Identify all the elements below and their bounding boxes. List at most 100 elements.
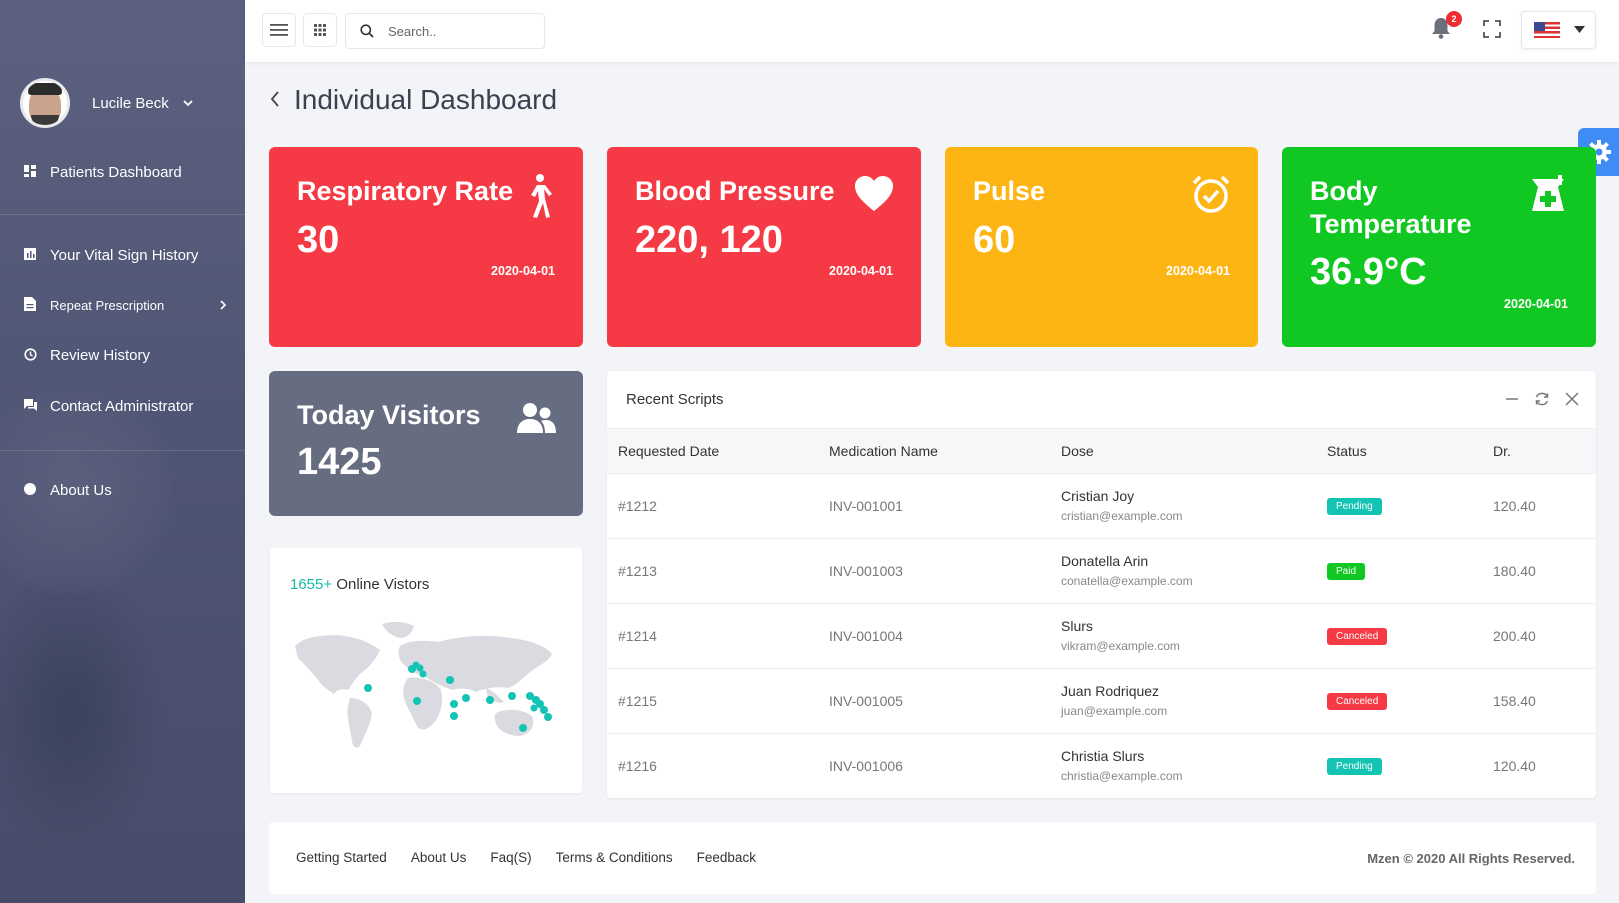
walking-person-icon	[515, 173, 557, 218]
patient-name: Christia Slurs	[1061, 748, 1145, 765]
today-visitors-card[interactable]: Today Visitors 1425	[269, 371, 583, 516]
notifications-button[interactable]: 2	[1430, 11, 1462, 42]
table-row[interactable]: #1215 INV-001005 Juan Rodriquez juan@exam…	[607, 667, 1596, 733]
sidebar-item-label: About Us	[50, 482, 112, 499]
avatar	[20, 78, 70, 128]
grid-icon	[314, 24, 326, 36]
sidebar-item-review-history[interactable]: Review History	[22, 347, 227, 364]
language-select[interactable]	[1521, 11, 1596, 49]
footer-link-about-us[interactable]: About Us	[411, 850, 467, 865]
chart-icon	[22, 248, 38, 263]
card-title: Today Visitors	[297, 400, 481, 430]
status-badge: Pending	[1327, 758, 1382, 776]
footer-link-faq[interactable]: Faq(S)	[490, 850, 531, 865]
dr-value: 180.40	[1482, 537, 1596, 603]
request-id: #1213	[607, 537, 818, 603]
status-cell: Canceled	[1316, 602, 1482, 668]
fullscreen-icon	[1483, 20, 1501, 38]
sidebar-item-patients-dashboard[interactable]: Patients Dashboard	[22, 164, 227, 181]
card-title: Blood Pressure	[635, 176, 835, 206]
footer: Getting Started About Us Faq(S) Terms & …	[269, 822, 1596, 894]
caret-down-icon	[1574, 24, 1585, 36]
user-profile[interactable]: Lucile Beck	[20, 78, 193, 128]
recent-scripts-panel: Recent Scripts Requested Date Medication…	[607, 371, 1596, 798]
card-value: 1425	[297, 441, 382, 483]
status-cell: Pending	[1316, 732, 1482, 798]
heart-icon	[853, 173, 895, 215]
apps-button[interactable]	[303, 13, 337, 47]
users-icon	[515, 401, 557, 443]
status-badge: Pending	[1327, 498, 1382, 515]
blood-pressure-card[interactable]: Blood Pressure 220, 120 2020-04-01	[607, 147, 921, 347]
column-header[interactable]: Medication Name	[818, 429, 1050, 473]
footer-link-terms[interactable]: Terms & Conditions	[556, 850, 673, 865]
medication-name: INV-001005	[818, 667, 1050, 733]
info-icon	[22, 483, 38, 498]
status-cell: Paid	[1316, 537, 1482, 603]
topbar: 2	[245, 0, 1619, 62]
dr-value: 120.40	[1482, 472, 1596, 538]
column-header[interactable]: Requested Date	[607, 429, 818, 473]
body-temperature-card[interactable]: Body Temperature 36.9°C 2020-04-01	[1282, 147, 1596, 347]
medication-name: INV-001004	[818, 602, 1050, 668]
respiratory-rate-card[interactable]: Respiratory Rate 30 2020-04-01	[269, 147, 583, 347]
table-row[interactable]: #1212 INV-001001 Cristian Joy cristian@ex…	[607, 472, 1596, 538]
online-count: 1655+	[290, 576, 333, 593]
column-header[interactable]: Status	[1316, 429, 1482, 473]
patient-email: vikram@example.com	[1061, 639, 1180, 653]
patient-email: conatella@example.com	[1061, 574, 1193, 588]
panel-tools	[1504, 391, 1580, 407]
card-title: Body Temperature	[1310, 176, 1472, 239]
sidebar-item-contact-administrator[interactable]: Contact Administrator	[22, 398, 227, 415]
card-date: 2020-04-01	[1504, 297, 1568, 311]
sidebar-item-label: Repeat Prescription	[50, 298, 165, 313]
patient-name: Cristian Joy	[1061, 488, 1135, 504]
patient-name: Slurs	[1061, 618, 1093, 634]
card-value: 36.9°C	[1310, 251, 1427, 293]
table-row[interactable]: #1214 INV-001004 Slurs vikram@example.com…	[607, 602, 1596, 668]
dose-cell: Donatella Arin conatella@example.com	[1050, 537, 1316, 603]
fullscreen-button[interactable]	[1482, 19, 1502, 39]
clock-icon	[22, 347, 38, 364]
refresh-icon[interactable]	[1534, 391, 1550, 407]
document-icon	[22, 297, 38, 314]
close-icon[interactable]	[1564, 391, 1580, 407]
menu-toggle-button[interactable]	[262, 13, 296, 47]
request-id: #1216	[607, 732, 818, 798]
table-row[interactable]: #1213 INV-001003 Donatella Arin conatella…	[607, 537, 1596, 603]
notification-badge: 2	[1446, 11, 1462, 27]
sidebar-item-vital-sign-history[interactable]: Your Vital Sign History	[22, 247, 227, 264]
pulse-card[interactable]: Pulse 60 2020-04-01	[945, 147, 1258, 347]
footer-link-feedback[interactable]: Feedback	[697, 850, 756, 865]
minimize-icon[interactable]	[1504, 391, 1520, 407]
column-header[interactable]: Dr.	[1482, 429, 1596, 473]
dr-value: 158.40	[1482, 667, 1596, 733]
card-value: 60	[973, 219, 1016, 261]
card-value: 30	[297, 219, 340, 261]
sidebar-item-label: Contact Administrator	[50, 398, 194, 415]
back-arrow-icon[interactable]	[270, 87, 280, 113]
column-header[interactable]: Dose	[1050, 429, 1316, 473]
footer-link-getting-started[interactable]: Getting Started	[296, 850, 387, 865]
us-flag-icon	[1534, 22, 1560, 38]
sidebar-item-about-us[interactable]: About Us	[22, 482, 227, 499]
table-header-row: Requested Date Medication Name Dose Stat…	[607, 429, 1596, 473]
scripts-table: Requested Date Medication Name Dose Stat…	[607, 429, 1596, 798]
dose-cell: Slurs vikram@example.com	[1050, 602, 1316, 668]
patient-email: christia@example.com	[1061, 769, 1183, 784]
online-label: Online Vistors	[336, 576, 430, 593]
alarm-clock-icon	[1190, 173, 1232, 215]
patient-name: Juan Rodriquez	[1061, 683, 1160, 699]
search-icon	[360, 24, 374, 38]
divider	[0, 450, 245, 451]
sidebar: Lucile Beck Patients Dashboard Your Vita…	[0, 0, 245, 903]
page-header: Individual Dashboard	[270, 84, 557, 116]
medication-name: INV-001006	[818, 732, 1050, 798]
status-badge: Canceled	[1327, 628, 1388, 645]
card-date: 2020-04-01	[491, 264, 555, 278]
request-id: #1214	[607, 602, 818, 668]
table-row[interactable]: #1216 INV-001006 Christia Slurs christia@…	[607, 732, 1596, 798]
search-input[interactable]	[388, 23, 528, 39]
sidebar-item-repeat-prescription[interactable]: Repeat Prescription	[22, 297, 227, 314]
chevron-down-icon[interactable]	[183, 96, 193, 110]
